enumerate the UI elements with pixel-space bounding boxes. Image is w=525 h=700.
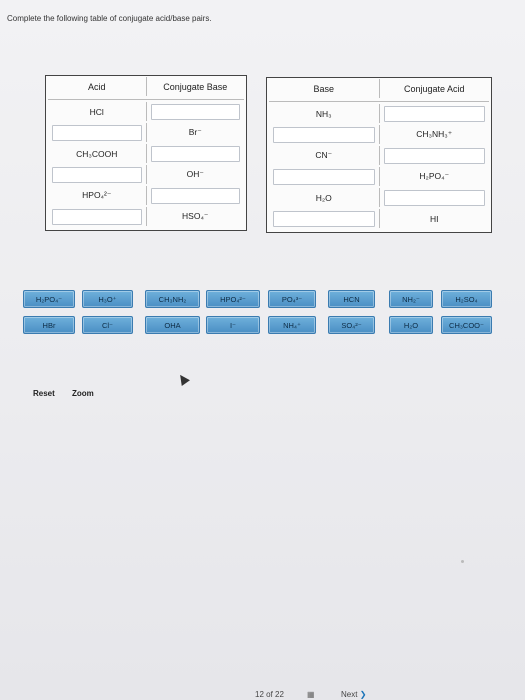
next-button[interactable]: Next ❯ xyxy=(341,690,366,699)
draggable-tile[interactable]: CH₃NH₂ xyxy=(145,290,200,308)
right-table-row: HI xyxy=(269,209,489,228)
draggable-tile[interactable]: H₂SO₄ xyxy=(441,290,492,308)
base-acid-table-right: Base Conjugate Acid NH₃ CH₃NH₃⁺ CN⁻ H₂PO₄⁻ H₂O… xyxy=(266,77,492,233)
zoom-button[interactable]: Zoom xyxy=(72,389,94,398)
left-table-drop-target[interactable] xyxy=(48,207,147,226)
right-table-cell-label: H₂PO₄⁻ xyxy=(419,171,450,181)
right-table-header-0: Base xyxy=(269,79,380,98)
next-label[interactable]: Next xyxy=(341,690,357,699)
right-table-row: NH₃ xyxy=(269,104,489,123)
left-table-drop-target[interactable] xyxy=(48,165,147,184)
left-table-cell-label: HCl xyxy=(48,102,147,121)
right-table-drop-target[interactable] xyxy=(269,167,380,186)
right-table-header-1: Conjugate Acid xyxy=(403,83,465,94)
draggable-tile[interactable]: NH₄⁺ xyxy=(268,316,316,334)
left-table-drop-target[interactable] xyxy=(147,144,245,163)
right-table-drop-target[interactable] xyxy=(380,188,490,207)
left-table-header-1: Conjugate Base xyxy=(163,81,228,92)
draggable-tile[interactable]: H₂PO₄⁻ xyxy=(23,290,75,308)
left-table-drop-target[interactable] xyxy=(147,186,245,205)
right-table-cell-label: HI xyxy=(430,213,439,224)
reset-button[interactable]: Reset xyxy=(33,389,55,398)
right-table-row: H₂PO₄⁻ xyxy=(269,167,489,186)
draggable-tile[interactable]: OHA xyxy=(145,316,200,334)
draggable-tile[interactable]: PO₄³⁻ xyxy=(268,290,316,308)
left-table-row: HPO₄²⁻ xyxy=(48,186,244,205)
draggable-tile[interactable]: HCN xyxy=(328,290,375,308)
right-table-row: H₂O xyxy=(269,188,489,207)
right-table-cell-label: H₂O xyxy=(269,188,380,207)
left-table-cell-label: CH₃COOH xyxy=(48,144,147,163)
right-table-drop-target[interactable] xyxy=(380,104,490,123)
right-table-drop-target[interactable] xyxy=(269,209,380,228)
draggable-tile[interactable]: H₂O xyxy=(389,316,433,334)
right-table-cell-label: CH₃NH₃⁺ xyxy=(416,129,453,139)
right-table-row: CN⁻ xyxy=(269,146,489,165)
right-table-row: CH₃NH₃⁺ xyxy=(269,125,489,144)
left-table-cell-label: OH⁻ xyxy=(186,169,204,179)
grid-icon[interactable]: ▦ xyxy=(307,690,315,699)
left-table-header-row: Acid Conjugate Base xyxy=(48,77,244,100)
draggable-tile[interactable]: CH₃COO⁻ xyxy=(441,316,492,334)
left-table-drop-target[interactable] xyxy=(48,123,147,142)
left-table-row: HSO₄⁻ xyxy=(48,207,244,226)
draggable-tile[interactable]: HPO₄²⁻ xyxy=(206,290,260,308)
left-table-row: CH₃COOH xyxy=(48,144,244,163)
right-table-drop-target[interactable] xyxy=(269,125,380,144)
left-table-drop-target[interactable] xyxy=(147,102,245,121)
left-table-header-0: Acid xyxy=(48,77,147,96)
draggable-tile[interactable]: I⁻ xyxy=(206,316,260,334)
right-table-header-row: Base Conjugate Acid xyxy=(269,79,489,102)
left-table-row: HCl xyxy=(48,102,244,121)
left-table-cell-label: Br⁻ xyxy=(188,127,202,137)
right-table-cell-label: CN⁻ xyxy=(269,146,380,165)
right-table-drop-target[interactable] xyxy=(380,146,490,165)
draggable-tile[interactable]: HBr xyxy=(23,316,75,334)
draggable-tile[interactable]: NH₂⁻ xyxy=(389,290,433,308)
left-table-cell-label: HPO₄²⁻ xyxy=(48,186,147,205)
left-table-cell-label: HSO₄⁻ xyxy=(182,211,209,221)
draggable-tile[interactable]: H₃O⁺ xyxy=(82,290,133,308)
mouse-pointer-icon xyxy=(176,372,190,386)
chevron-right-icon: ❯ xyxy=(359,690,367,699)
page-counter: 12 of 22 xyxy=(255,690,284,699)
acid-base-table-left: Acid Conjugate Base HCl Br⁻ CH₃COOH OH⁻ HPO₄²⁻… xyxy=(45,75,247,231)
right-table-cell-label: NH₃ xyxy=(269,104,380,123)
instruction-text: Complete the following table of conjugat… xyxy=(7,14,212,23)
draggable-tile[interactable]: SO₄²⁻ xyxy=(328,316,375,334)
dust-dot xyxy=(461,560,464,563)
draggable-tile[interactable]: Cl⁻ xyxy=(82,316,133,334)
left-table-row: OH⁻ xyxy=(48,165,244,184)
left-table-row: Br⁻ xyxy=(48,123,244,142)
